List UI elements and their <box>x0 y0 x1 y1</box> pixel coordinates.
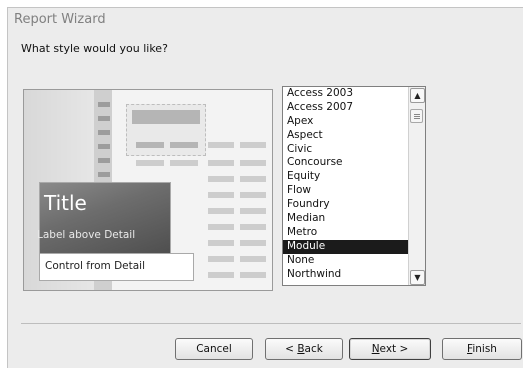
preview-control-box: Control from Detail <box>39 253 194 281</box>
style-preview: Title Label above Detail Control from De… <box>23 89 273 291</box>
preview-title-banner: Title Label above Detail <box>37 183 170 255</box>
list-scrollbar[interactable]: ▲ ▼ <box>408 87 425 285</box>
style-list-item[interactable]: Civic <box>283 143 409 157</box>
next-accelerator: N <box>371 343 380 355</box>
back-label-suffix: ack <box>304 343 323 355</box>
window-title: Report Wizard <box>14 12 106 27</box>
grip-line <box>414 118 420 119</box>
style-list-item[interactable]: Foundry <box>283 198 409 212</box>
back-accelerator: B <box>297 343 305 355</box>
preview-header-bar <box>132 110 200 124</box>
style-list-item[interactable]: Apex <box>283 115 409 129</box>
preview-field-bar <box>208 192 234 198</box>
preview-label-bar <box>136 142 164 148</box>
back-label-prefix: < <box>285 343 298 355</box>
preview-title-text: Title <box>44 191 87 215</box>
preview-tick <box>98 158 110 163</box>
preview-field-bar <box>240 224 266 230</box>
chevron-up-icon[interactable]: ▲ <box>410 88 425 103</box>
chevron-down-icon[interactable]: ▼ <box>410 270 425 285</box>
style-list-item[interactable]: Median <box>283 212 409 226</box>
style-list-item[interactable]: Access 2007 <box>283 101 409 115</box>
finish-label-suffix: inish <box>472 343 497 355</box>
style-list-item[interactable]: Flow <box>283 184 409 198</box>
preview-field-bar <box>208 272 234 278</box>
preview-field-bar <box>208 160 234 166</box>
preview-title-card: Title Label above Detail <box>37 182 171 255</box>
style-list-item[interactable]: Metro <box>283 226 409 240</box>
button-separator <box>21 323 521 324</box>
cancel-button[interactable]: Cancel <box>175 338 253 360</box>
style-list-item[interactable]: Northwind <box>283 268 409 282</box>
preview-tick <box>98 102 110 107</box>
grip-line <box>414 116 420 117</box>
preview-tick <box>98 116 110 121</box>
style-list-items: Access 2003 Access 2007 Apex Aspect Civic Con… <box>283 87 409 281</box>
preview-tick <box>98 144 110 149</box>
scroll-thumb[interactable] <box>410 109 423 123</box>
preview-field-bar <box>170 160 198 166</box>
preview-label-bar <box>240 142 266 148</box>
style-list-item[interactable]: None <box>283 254 409 268</box>
preview-label-bar <box>170 142 198 148</box>
report-wizard-dialog: Report Wizard What style would you like? <box>7 7 523 368</box>
next-button[interactable]: Next > <box>349 338 431 360</box>
title-bar[interactable]: Report Wizard <box>8 8 523 34</box>
style-list-item[interactable]: Module <box>283 239 409 254</box>
back-button[interactable]: < Back <box>265 338 343 360</box>
preview-field-bar <box>240 176 266 182</box>
style-listbox[interactable]: Access 2003 Access 2007 Apex Aspect Civic Con… <box>282 86 426 286</box>
preview-label-bar <box>208 142 234 148</box>
preview-field-bar <box>240 208 266 214</box>
preview-field-bar <box>136 160 164 166</box>
cancel-label: Cancel <box>196 343 232 355</box>
preview-field-bar <box>240 256 266 262</box>
preview-field-bar <box>240 240 266 246</box>
preview-tick <box>98 130 110 135</box>
preview-field-bar <box>208 224 234 230</box>
preview-field-bar <box>208 256 234 262</box>
preview-field-bar <box>240 192 266 198</box>
preview-field-bar <box>208 240 234 246</box>
preview-field-bar <box>208 208 234 214</box>
preview-field-bar <box>208 176 234 182</box>
preview-tick <box>98 172 110 177</box>
next-label-suffix: ext > <box>379 343 409 355</box>
style-list-item[interactable]: Concourse <box>283 156 409 170</box>
style-list-item[interactable]: Aspect <box>283 129 409 143</box>
preview-field-bar <box>240 160 266 166</box>
preview-field-bar <box>240 272 266 278</box>
finish-button[interactable]: Finish <box>442 338 522 360</box>
preview-label-text: Label above Detail <box>37 229 136 241</box>
style-list-item[interactable]: Access 2003 <box>283 87 409 101</box>
style-prompt: What style would you like? <box>21 42 168 55</box>
grip-line <box>414 114 420 115</box>
preview-control-text: Control from Detail <box>45 260 145 272</box>
style-list-item[interactable]: Equity <box>283 170 409 184</box>
